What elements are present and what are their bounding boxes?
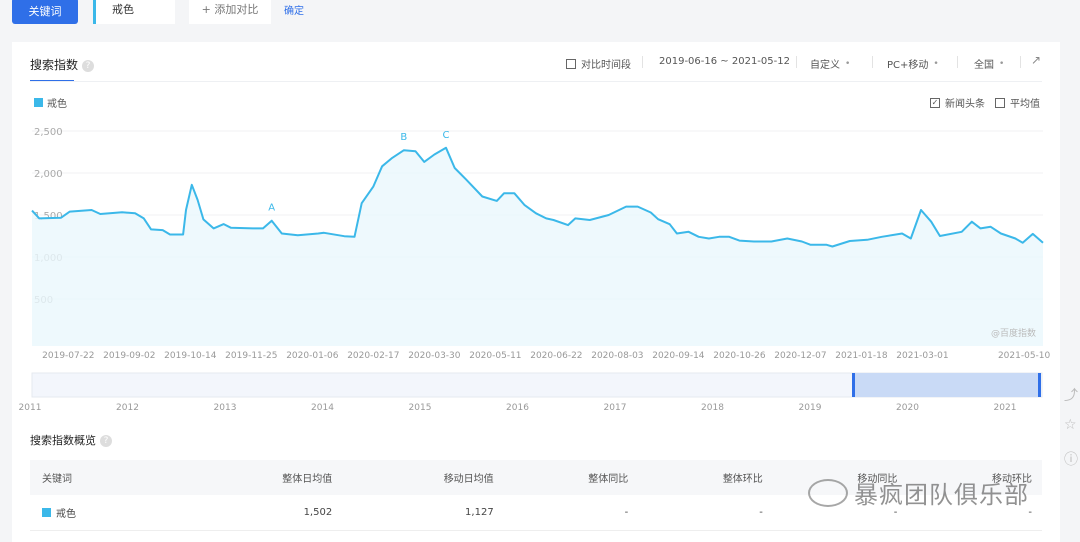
side-toolbar: ⤴ ☆ ⓘ xyxy=(1064,385,1080,481)
wechat-icon xyxy=(808,479,848,507)
navigator-year-label: 2017 xyxy=(604,403,627,413)
x-tick-label: 2020-12-07 xyxy=(774,351,826,361)
navigator-year-label: 2013 xyxy=(214,403,237,413)
x-tick-label: 2021-01-18 xyxy=(835,351,888,361)
value-cell: 1,502 xyxy=(181,495,342,530)
x-tick-label: 2021-05-10 xyxy=(998,351,1051,361)
keyword-text: 戒色 xyxy=(56,509,76,520)
x-tick-label: 2019-09-02 xyxy=(103,351,155,361)
navigator-year-label: 2011 xyxy=(19,403,42,413)
x-tick-label: 2019-07-22 xyxy=(42,351,94,361)
column-header: 整体日均值 xyxy=(181,460,342,495)
x-tick-label: 2020-05-11 xyxy=(469,351,521,361)
overview-title: 搜索指数概览? xyxy=(30,432,112,448)
column-header: 整体环比 xyxy=(638,460,773,495)
x-tick-label: 2020-01-06 xyxy=(286,351,339,361)
y-tick-label: 2,000 xyxy=(34,169,63,180)
star-icon[interactable]: ☆ xyxy=(1064,417,1080,449)
help-circle-icon[interactable]: ⓘ xyxy=(1064,449,1080,481)
navigator-selection xyxy=(853,373,1040,397)
column-header: 整体同比 xyxy=(504,460,639,495)
help-icon[interactable]: ? xyxy=(100,435,112,447)
annotation-label: B xyxy=(400,132,407,143)
navigator-year-label: 2021 xyxy=(994,403,1017,413)
navigator-handle-right xyxy=(1038,373,1041,397)
column-header: 移动日均值 xyxy=(342,460,503,495)
x-tick-label: 2020-02-17 xyxy=(347,351,399,361)
value-cell: - xyxy=(638,495,773,530)
navigator-year-label: 2016 xyxy=(506,403,529,413)
series-area xyxy=(32,148,1043,346)
y-tick-label: 2,500 xyxy=(34,127,63,138)
navigator-year-label: 2019 xyxy=(799,403,822,413)
search-index-chart[interactable]: 2,5002,0001,5001,000500ABC2019-07-222019… xyxy=(0,0,1080,420)
value-cell: 1,127 xyxy=(342,495,503,530)
x-tick-label: 2020-03-30 xyxy=(408,351,461,361)
x-tick-label: 2020-10-26 xyxy=(713,351,766,361)
wechat-watermark: 暴疯团队俱乐部 xyxy=(808,475,1029,510)
x-tick-label: 2020-09-14 xyxy=(652,351,705,361)
watermark-text: 暴疯团队俱乐部 xyxy=(854,475,1029,510)
x-tick-label: 2021-03-01 xyxy=(896,351,948,361)
x-tick-label: 2019-11-25 xyxy=(225,351,277,361)
navigator-year-label: 2015 xyxy=(409,403,432,413)
legend-swatch xyxy=(42,508,51,517)
annotation-label: C xyxy=(442,130,449,141)
keyword-cell: 戒色 xyxy=(30,495,181,530)
annotation-label: A xyxy=(268,203,275,214)
overview-title-text: 搜索指数概览 xyxy=(30,434,96,447)
share-icon[interactable]: ⤴ xyxy=(1064,385,1080,417)
x-tick-label: 2019-10-14 xyxy=(164,351,217,361)
navigator-handle-left xyxy=(852,373,855,397)
navigator-year-label: 2018 xyxy=(701,403,724,413)
navigator-year-label: 2012 xyxy=(116,403,139,413)
value-cell: - xyxy=(504,495,639,530)
x-tick-label: 2020-06-22 xyxy=(530,351,582,361)
chart-watermark: @百度指数 xyxy=(991,327,1036,339)
column-header: 关键词 xyxy=(30,460,181,495)
x-tick-label: 2020-08-03 xyxy=(591,351,643,361)
navigator-year-label: 2014 xyxy=(311,403,334,413)
navigator-year-label: 2020 xyxy=(896,403,919,413)
